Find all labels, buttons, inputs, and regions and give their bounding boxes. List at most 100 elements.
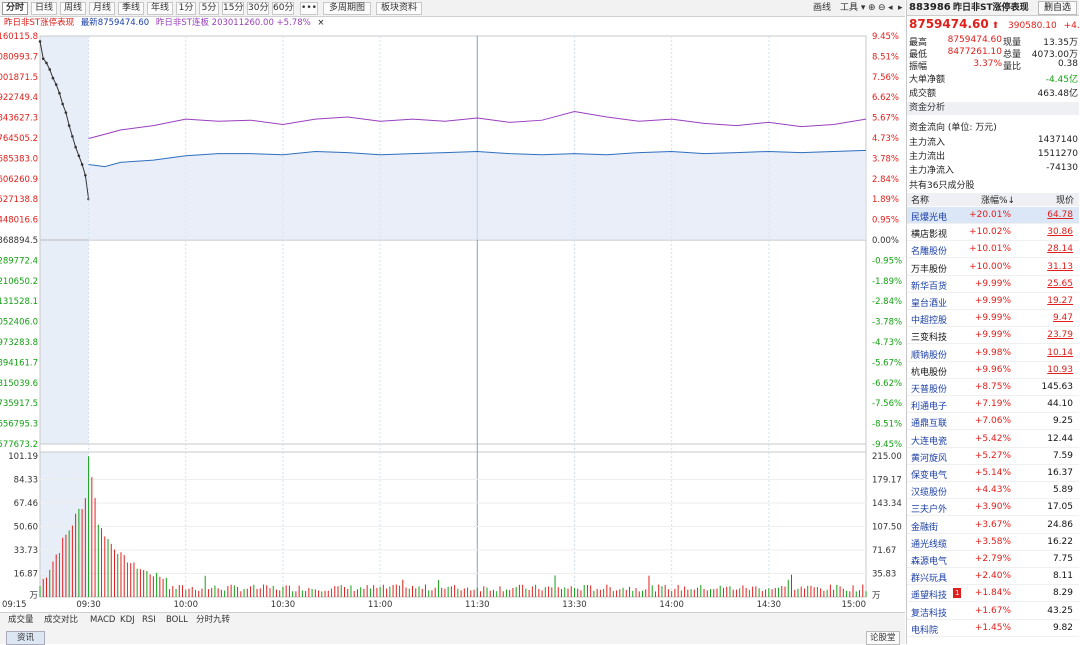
stock-name[interactable]: 顺钠股份	[911, 348, 947, 361]
auction-point	[74, 145, 77, 149]
stock-change: +1.84%	[974, 588, 1011, 599]
tools-menu-button[interactable]: 工具 ▾	[840, 2, 865, 15]
stock-name[interactable]: 复洁科技	[911, 606, 947, 619]
list-item[interactable]: 保变电气 +5.14% 16.37	[907, 465, 1079, 482]
remove-favorite-button[interactable]: 删自选	[1037, 1, 1077, 15]
intraday-chart[interactable]: 9.45% 9160115.8 8.51% 9080993.7 7.56% 9001871…	[0, 28, 905, 612]
stock-name[interactable]: 电科院	[911, 623, 938, 636]
stock-name[interactable]: 金融街	[911, 520, 938, 533]
list-item[interactable]: 三变科技 +9.99% 23.79	[907, 327, 1079, 345]
tab-5分[interactable]: 5分	[199, 2, 219, 15]
tab-1分[interactable]: 1分	[176, 2, 196, 15]
stock-name[interactable]: 群兴玩具	[911, 571, 947, 584]
multi-period-button[interactable]: 多周期图	[323, 2, 371, 15]
volume-tick-right: 215.00	[872, 452, 902, 462]
list-item[interactable]: 天普股份 +8.75% 145.63	[907, 379, 1079, 396]
indicator-tab[interactable]: BOLL	[166, 614, 188, 626]
list-item[interactable]: 民爆光电 +20.01% 64.78	[907, 207, 1079, 224]
more-periods-button[interactable]: •••	[300, 2, 318, 15]
indicator-tab[interactable]: MACD	[90, 614, 115, 626]
stock-name[interactable]: 大连电瓷	[911, 434, 947, 447]
zoom-out-icon[interactable]: ⊖	[878, 2, 886, 15]
list-item[interactable]: 复洁科技 +1.67% 43.25	[907, 603, 1079, 620]
list-header-pct[interactable]: 涨幅%↓	[981, 193, 1015, 206]
stock-name[interactable]: 民爆光电	[911, 210, 947, 223]
list-item[interactable]: 三夫户外 +3.90% 17.05	[907, 499, 1079, 517]
stock-name[interactable]: 皇台酒业	[911, 296, 947, 309]
stock-name[interactable]: 遥望科技	[911, 588, 947, 601]
big-net-value: -4.45亿	[1045, 75, 1078, 85]
tab-30分[interactable]: 30分	[247, 2, 269, 15]
period-toolbar: 分时 日线 周线 月线 季线 年线 1分 5分 15分 30分 60分 ••• 多周期图 板块资料 画线 工具…	[0, 0, 905, 17]
list-item[interactable]: 大连电瓷 +5.42% 12.44	[907, 431, 1079, 448]
list-item[interactable]: 群兴玩具 +2.40% 8.11	[907, 568, 1079, 586]
info-tab[interactable]: 资讯	[6, 631, 46, 645]
indicator-tab[interactable]: 分时九转	[196, 614, 230, 626]
stock-change: +2.79%	[974, 554, 1011, 564]
stock-name[interactable]: 黄河旋风	[911, 451, 947, 464]
price-tick-label: 8527138.8	[0, 195, 38, 205]
zoom-in-icon[interactable]: ⊕	[868, 2, 876, 15]
tab-60分[interactable]: 60分	[272, 2, 294, 15]
pct-tick-label: 0.00%	[872, 236, 899, 246]
list-item[interactable]: 遥望科技 +1.84% 8.29 1	[907, 585, 1079, 603]
list-item[interactable]: 森源电气 +2.79% 7.75	[907, 551, 1079, 568]
prev-icon[interactable]: ◂	[888, 2, 893, 15]
tab-15分[interactable]: 15分	[222, 2, 244, 15]
list-item[interactable]: 利通电子 +7.19% 44.10	[907, 396, 1079, 414]
list-item[interactable]: 电科院 +1.45% 9.82	[907, 620, 1079, 637]
stock-name[interactable]: 三变科技	[911, 330, 947, 343]
stock-name[interactable]: 保变电气	[911, 468, 947, 481]
list-item[interactable]: 万丰股份 +10.00% 31.13	[907, 259, 1079, 276]
tab-季线[interactable]: 季线	[118, 2, 144, 15]
tab-周线[interactable]: 周线	[60, 2, 86, 15]
stock-name[interactable]: 利通电子	[911, 399, 947, 412]
list-item[interactable]: 通光线缆 +3.58% 16.22	[907, 534, 1079, 551]
list-item[interactable]: 皇台酒业 +9.99% 19.27	[907, 293, 1079, 310]
stock-name[interactable]: 万丰股份	[911, 262, 947, 275]
indicator-tab[interactable]: 成交对比	[44, 614, 78, 626]
stock-name[interactable]: 汉缆股份	[911, 485, 947, 498]
tab-分时[interactable]: 分时	[2, 2, 28, 15]
list-header-price[interactable]: 现价	[1056, 193, 1074, 206]
price-tick-label: 7656795.3	[0, 420, 38, 430]
next-icon[interactable]: ▸	[898, 2, 903, 15]
list-item[interactable]: 中超控股 +9.99% 9.47	[907, 310, 1079, 328]
list-item[interactable]: 横店影视 +10.02% 30.86	[907, 224, 1079, 242]
list-item[interactable]: 通鼎互联 +7.06% 9.25	[907, 413, 1079, 431]
list-item[interactable]: 黄河旋风 +5.27% 7.59	[907, 448, 1079, 465]
legend-close-icon[interactable]: ×	[317, 18, 324, 28]
list-item[interactable]: 新华百货 +9.99% 25.65	[907, 276, 1079, 293]
discuss-button[interactable]: 论股堂	[866, 631, 900, 645]
auction-point	[80, 163, 84, 166]
stock-name[interactable]: 通光线缆	[911, 537, 947, 550]
indicator-tab[interactable]: KDJ	[120, 614, 135, 626]
stock-price: 5.89	[1052, 485, 1073, 496]
stock-name[interactable]: 中超控股	[911, 313, 947, 326]
auction-point	[45, 61, 48, 65]
indicator-tab[interactable]: RSI	[142, 614, 156, 626]
tab-月线[interactable]: 月线	[89, 2, 115, 15]
stock-name[interactable]: 森源电气	[911, 554, 947, 567]
draw-line-button[interactable]: 画线	[813, 2, 831, 15]
stock-name[interactable]: 新华百货	[911, 279, 947, 292]
tab-日线[interactable]: 日线	[31, 2, 57, 15]
volume-tick-left: 33.73	[14, 546, 38, 556]
stock-name[interactable]: 横店影视	[911, 227, 947, 240]
stock-name[interactable]: 杭电股份	[911, 365, 947, 378]
stock-name[interactable]: 通鼎互联	[911, 416, 947, 429]
list-item[interactable]: 金融街 +3.67% 24.86	[907, 517, 1079, 534]
list-item[interactable]: 名雕股份 +10.01% 28.14	[907, 241, 1079, 259]
list-item[interactable]: 杭电股份 +9.96% 10.93	[907, 362, 1079, 379]
stock-name[interactable]: 天普股份	[911, 382, 947, 395]
sector-info-button[interactable]: 板块资料	[376, 2, 422, 15]
indicator-tab[interactable]: 成交量	[8, 614, 34, 626]
tab-年线[interactable]: 年线	[147, 2, 173, 15]
time-tick-label: 10:30	[271, 600, 296, 610]
list-header-name[interactable]: 名称	[911, 193, 929, 206]
list-item[interactable]: 汉缆股份 +4.43% 5.89	[907, 482, 1079, 500]
stock-name[interactable]: 名雕股份	[911, 244, 947, 257]
stock-name[interactable]: 三夫户外	[911, 502, 947, 515]
list-item[interactable]: 顺钠股份 +9.98% 10.14	[907, 345, 1079, 362]
price-tick-label: 8448016.6	[0, 216, 38, 226]
